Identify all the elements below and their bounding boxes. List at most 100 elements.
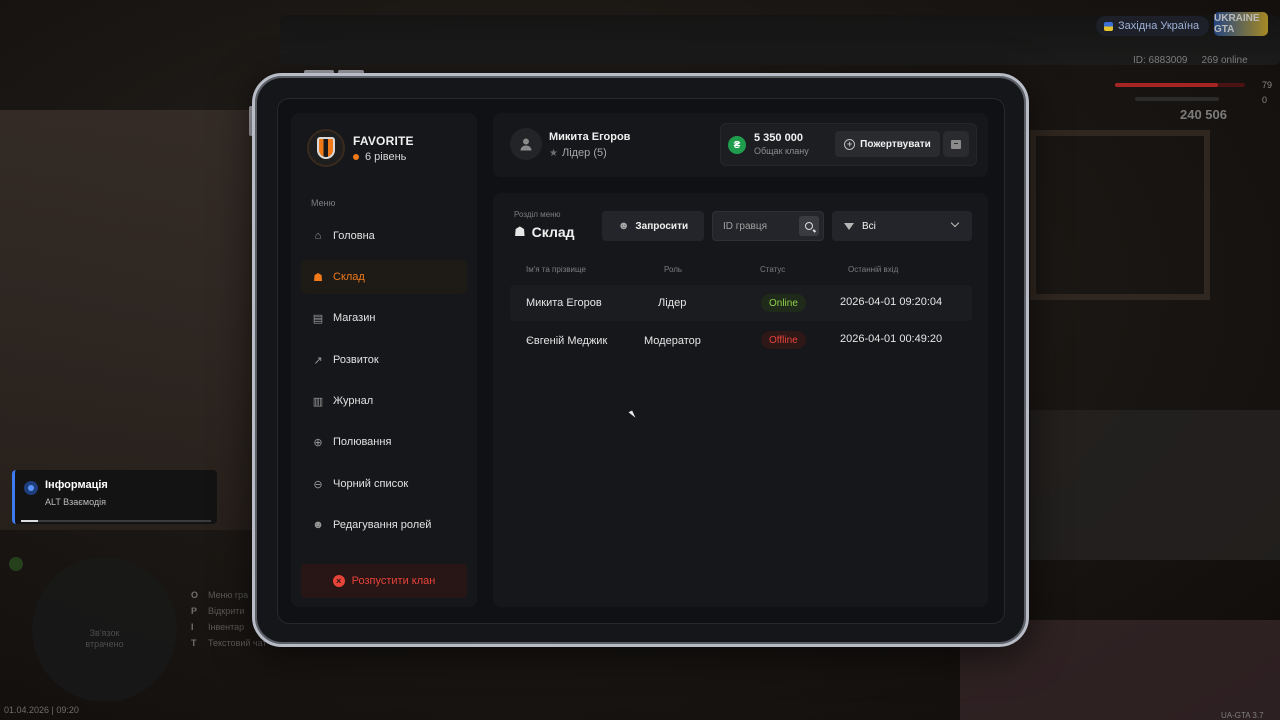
clan-logo — [307, 129, 345, 167]
sidebar-item-label: Розвиток — [333, 354, 379, 366]
column-header-name: Ім'я та прізвище — [526, 265, 586, 274]
flag-icon — [1104, 21, 1113, 31]
status-indicator-icon — [9, 557, 23, 571]
add-user-icon: ☻ — [617, 220, 630, 232]
member-role: Модератор — [644, 335, 701, 347]
donate-button-label: Пожертвувати — [860, 138, 931, 150]
page-title-label: Склад — [531, 224, 575, 240]
member-name: Микита Егоров — [526, 297, 602, 309]
clan-funds-label: Общак клану — [754, 146, 809, 156]
filter-value: Всі — [862, 220, 876, 232]
archive-icon — [951, 139, 961, 149]
background-panel — [1030, 410, 1280, 560]
health-bar — [1115, 83, 1245, 87]
search-input[interactable] — [713, 212, 797, 240]
sidebar-item-journal[interactable]: ▥ Журнал — [301, 384, 467, 418]
book-icon: ▥ — [312, 395, 324, 408]
notification-title: Інформація — [45, 479, 108, 491]
info-notification: Інформація ALT Взаємодія — [12, 470, 217, 524]
clan-level: 6 рівень — [353, 151, 406, 163]
notification-progress — [21, 520, 211, 522]
hud-player-id: ID: 6883009 — [1133, 55, 1188, 66]
background-frame — [1030, 130, 1210, 300]
chevron-down-icon — [950, 218, 960, 228]
menu-caption: Меню — [311, 198, 336, 208]
sidebar-item-hunting[interactable]: ⊕ Полювання — [301, 425, 467, 459]
star-icon: ★ — [549, 147, 558, 159]
user-role-label: Лідер (5) — [561, 147, 607, 159]
home-icon: ⌂ — [314, 230, 322, 242]
status-filter-select[interactable]: Всі — [832, 211, 972, 241]
clan-funds-amount: 5 350 000 — [754, 132, 803, 144]
archive-button[interactable] — [943, 131, 969, 157]
hud-datetime: 01.04.2026 | 09:20 — [4, 705, 79, 715]
key-hint-label: Текстовий чат — [208, 638, 267, 648]
key-hint-label: Відкрити — [208, 606, 245, 616]
invite-button[interactable]: ☻ Запросити — [602, 211, 704, 241]
user-name: Микита Егоров — [549, 131, 631, 143]
minimap-status-line1: Зв'язок — [89, 628, 120, 638]
status-badge: Online — [761, 294, 806, 312]
player-search — [712, 211, 824, 241]
sidebar-item-blacklist[interactable]: ⊖ Чорний список — [301, 467, 467, 501]
users-icon: ☗ — [514, 224, 526, 239]
users-icon: ☗ — [313, 271, 323, 284]
armor-value: 0 — [1262, 95, 1268, 105]
column-header-role: Роль — [664, 265, 683, 274]
hud-region-badge: Західна Україна — [1096, 16, 1210, 36]
search-icon — [805, 222, 813, 230]
plus-icon: + — [844, 138, 856, 150]
user-edit-icon: ☻ — [312, 519, 324, 531]
avatar — [510, 128, 542, 160]
hud-online-count: 269 online — [1201, 55, 1248, 66]
member-last-login: 2026-04-01 00:49:20 — [840, 333, 943, 345]
armor-bar — [1135, 97, 1219, 101]
chart-icon: ↗ — [313, 354, 323, 367]
key-hint-key: O — [191, 590, 199, 600]
key-hint-label: Меню гра — [208, 590, 249, 600]
status-badge: Offline — [761, 331, 806, 349]
search-button[interactable] — [799, 216, 819, 236]
disband-clan-label: Розпустити клан — [351, 575, 436, 587]
key-hint-label: Інвентар — [208, 622, 245, 632]
background-wall — [0, 110, 260, 530]
health-value: 79 — [1262, 80, 1273, 90]
donate-button[interactable]: + Пожертвувати — [835, 131, 940, 157]
sidebar-item-label: Редагування ролей — [333, 519, 432, 531]
sidebar-item-label: Полювання — [333, 436, 392, 448]
crosshair-icon: ⊕ — [313, 436, 323, 449]
user-role: ★ Лідер (5) — [549, 147, 607, 159]
sidebar-item-members[interactable]: ☗ Склад — [301, 260, 467, 294]
minimap-status-line2: втрачено — [85, 638, 124, 649]
member-name: Євгеній Меджик — [526, 335, 608, 347]
ban-icon: ⊖ — [313, 478, 323, 491]
sidebar-item-development[interactable]: ↗ Розвиток — [301, 343, 467, 377]
column-header-last-login: Останній вхід — [848, 265, 899, 274]
sidebar-item-label: Магазин — [333, 312, 376, 324]
game-version: UA-GTA 3.7 — [1221, 711, 1264, 720]
level-dot-icon — [353, 154, 359, 160]
sidebar-item-label: Головна — [333, 230, 375, 242]
page-title: ☗ Склад — [514, 224, 575, 240]
member-last-login: 2026-04-01 09:20:04 — [840, 296, 943, 308]
clan-name: FAVORITE — [353, 134, 414, 148]
key-hint-key: P — [191, 606, 198, 616]
sidebar-item-label: Склад — [333, 271, 365, 283]
shop-icon: ▤ — [312, 312, 324, 325]
server-logo: UKRAINE GTA — [1214, 12, 1268, 36]
section-caption: Розділ меню — [514, 210, 561, 219]
hud-money: 240 506 — [1180, 107, 1227, 122]
sidebar-item-home[interactable]: ⌂ Головна — [301, 219, 467, 253]
disband-clan-button[interactable]: × Розпустити клан — [301, 564, 467, 598]
filter-icon — [844, 222, 854, 230]
sidebar-item-edit-roles[interactable]: ☻ Редагування ролей — [301, 508, 467, 542]
member-role: Лідер — [658, 297, 687, 309]
key-hint-key: I — [191, 622, 194, 632]
sidebar-item-shop[interactable]: ▤ Магазин — [301, 301, 467, 335]
minimap-status: Зв'язок втрачено — [32, 628, 177, 650]
notification-progress-fill — [21, 520, 39, 522]
key-hint: T Текстовий чат — [191, 638, 267, 648]
sidebar-item-label: Журнал — [333, 395, 374, 407]
health-bar-fill — [1115, 83, 1218, 87]
sidebar-item-label: Чорний список — [333, 478, 409, 490]
